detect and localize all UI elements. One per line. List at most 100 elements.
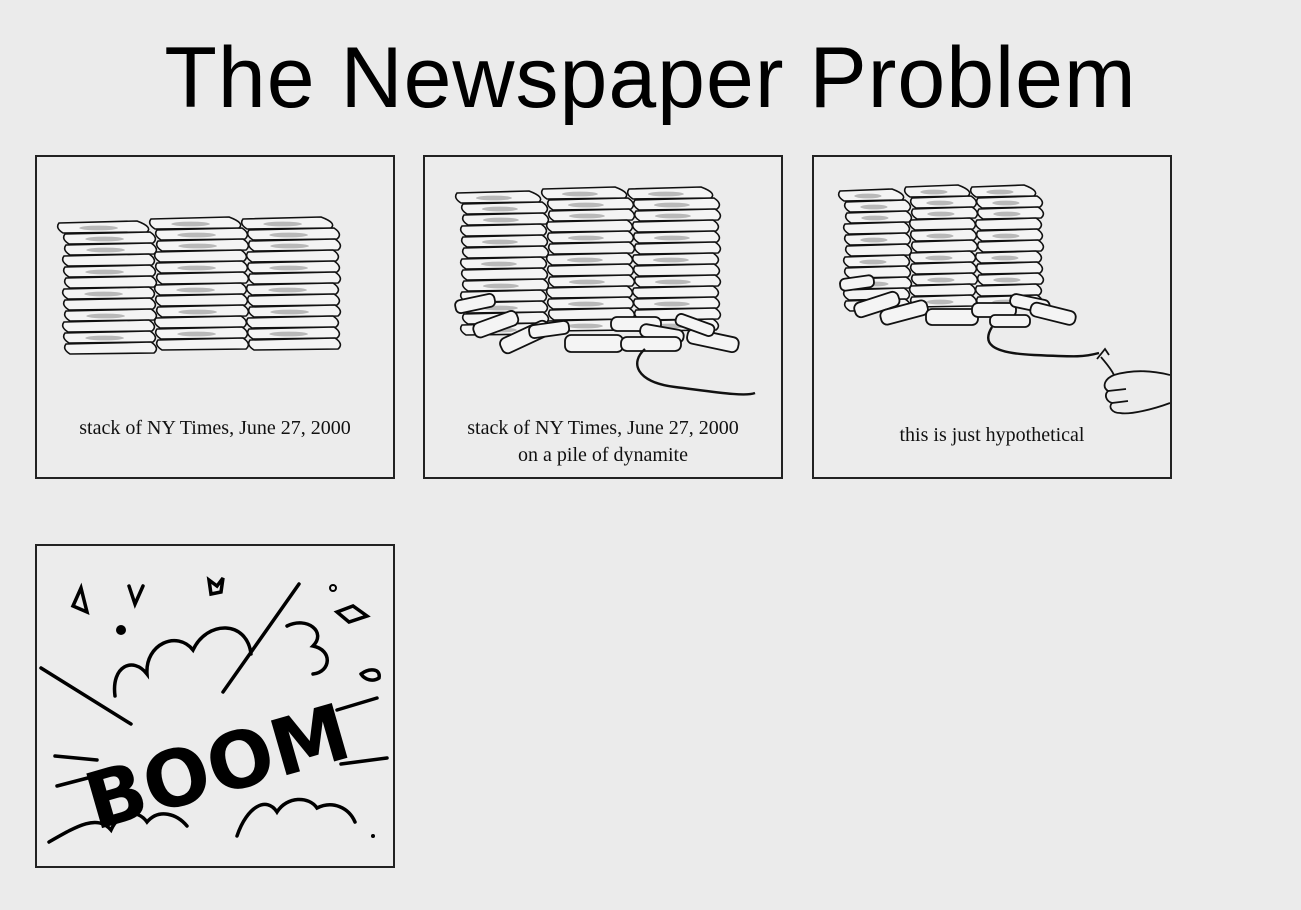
newspaper [247, 271, 342, 285]
newspaper [631, 219, 720, 233]
newspaper [974, 217, 1043, 231]
newsprint-mark [926, 299, 954, 305]
newsprint-mark [85, 236, 124, 242]
newsprint-mark [991, 255, 1019, 261]
newspaper [153, 249, 248, 263]
newspaper [246, 293, 341, 307]
newspaper [153, 315, 248, 329]
newsprint-mark [86, 313, 125, 319]
newsprint-mark [482, 283, 519, 289]
newsprint-mark [481, 206, 518, 212]
newspaper [843, 265, 912, 279]
newsprint-mark [171, 221, 210, 227]
newsprint-mark [270, 309, 309, 315]
newsprint-mark [860, 204, 888, 210]
newsprint-mark [269, 232, 308, 238]
panel-boom: BOOM [35, 544, 395, 868]
panel-caption: stack of NY Times, June 27, 2000 on a pi… [425, 415, 781, 469]
newsprint-mark [926, 200, 954, 206]
caption-line: this is just hypothetical [899, 424, 1085, 446]
newsprint-mark [268, 287, 307, 293]
newsprint-mark [568, 213, 605, 219]
newspaper [910, 239, 979, 253]
caption-line: on a pile of dynamite [518, 444, 688, 466]
newsprint-mark [475, 195, 512, 201]
newspaper [245, 315, 340, 329]
newsprint-mark [84, 291, 123, 297]
newsprint-mark [270, 243, 309, 249]
newspaper [844, 243, 913, 257]
fuse [636, 348, 756, 396]
newsprint-mark [177, 331, 216, 337]
newsprint-mark [992, 233, 1020, 239]
newsprint-mark [920, 189, 948, 195]
panel-caption: this is just hypothetical [814, 422, 1170, 449]
newsprint-mark [567, 202, 604, 208]
newsprint-mark [925, 255, 953, 261]
newsprint-mark [481, 239, 518, 245]
newspaper [459, 223, 548, 237]
newspaper [547, 241, 636, 255]
newsprint-mark [85, 269, 124, 275]
panel-newspaper-on-dynamite: stack of NY Times, June 27, 2000 on a pi… [423, 155, 783, 479]
newspaper [976, 239, 1045, 253]
newsprint-mark [567, 301, 604, 307]
newsprint-mark [647, 191, 684, 197]
newsprint-mark [653, 235, 690, 241]
newspaper [154, 293, 249, 307]
page-title: The Newspaper Problem [164, 30, 1137, 126]
newspaper-stack [454, 186, 722, 336]
newspaper [155, 337, 250, 351]
newsprint-mark [269, 331, 308, 337]
panel-hypothetical: this is just hypothetical [812, 155, 1172, 479]
newsprint-mark [986, 189, 1014, 195]
newspaper [631, 285, 720, 299]
newsprint-mark [177, 232, 216, 238]
newsprint-mark [269, 265, 308, 271]
newspaper [63, 341, 158, 355]
newspaper [62, 297, 157, 311]
panel-caption: stack of NY Times, June 27, 2000 [37, 415, 393, 442]
newspaper [546, 263, 635, 277]
newspaper [460, 267, 549, 281]
newspaper [975, 261, 1044, 275]
newspaper [633, 241, 722, 255]
boom-text: BOOM [76, 687, 360, 848]
newsprint-mark [263, 221, 302, 227]
newspaper [61, 253, 156, 267]
newsprint-mark [566, 323, 603, 329]
newspaper [247, 337, 342, 351]
newspaper [908, 217, 977, 231]
newsprint-mark [480, 261, 517, 267]
newspaper [63, 275, 158, 289]
newspaper [545, 285, 634, 299]
newsprint-mark [482, 217, 519, 223]
newsprint-mark [79, 225, 118, 231]
newspaper [974, 283, 1043, 297]
newsprint-mark [654, 213, 691, 219]
newsprint-mark [653, 301, 690, 307]
newsprint-mark [993, 277, 1021, 283]
newsprint-mark [85, 335, 124, 341]
newsprint-mark [86, 247, 125, 253]
newsprint-mark [652, 257, 689, 263]
newsprint-mark [927, 277, 955, 283]
newsprint-mark [567, 235, 604, 241]
newsprint-mark [176, 287, 215, 293]
explosion-illustration: BOOM [39, 576, 389, 848]
newspaper [61, 319, 156, 333]
newspaper [245, 249, 340, 263]
newsprint-mark [177, 265, 216, 271]
hand-with-match-icon [1096, 347, 1170, 415]
newsprint-mark [653, 202, 690, 208]
newsprint-mark [993, 211, 1021, 217]
caption-line: stack of NY Times, June 27, 2000 [79, 417, 351, 439]
newspaper-stack [837, 184, 1045, 312]
newsprint-mark [926, 233, 954, 239]
newsprint-mark [566, 257, 603, 263]
newsprint-mark [859, 259, 887, 265]
newsprint-mark [568, 279, 605, 285]
newsprint-mark [861, 215, 889, 221]
newspaper-stack [56, 216, 342, 355]
newsprint-mark [178, 243, 217, 249]
